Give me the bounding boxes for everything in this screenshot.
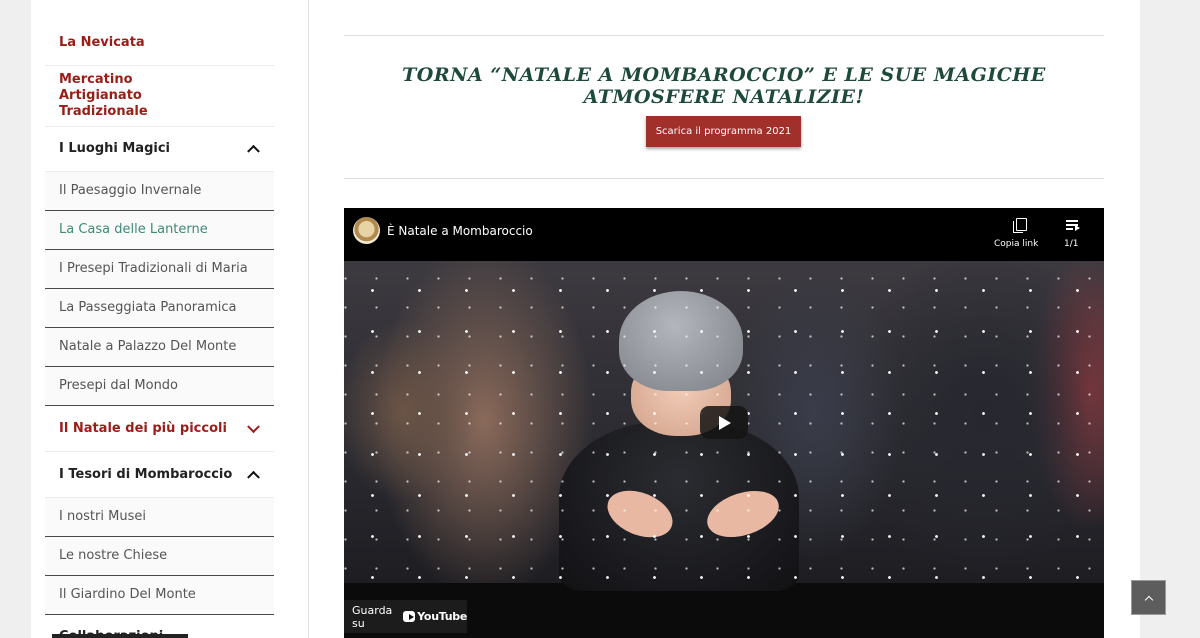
sidebar-item-label: I nostri Musei [59, 509, 146, 524]
sidebar-item-label: Le nostre Chiese [59, 548, 168, 563]
divider [344, 178, 1104, 179]
channel-avatar[interactable] [353, 217, 380, 244]
copy-icon[interactable] [1013, 218, 1027, 233]
sidebar-item-la-nevicata[interactable]: La Nevicata [45, 20, 274, 66]
sidebar-subitem-musei[interactable]: I nostri Musei [45, 498, 274, 537]
watch-on-youtube-link[interactable]: Guarda su YouTube [344, 600, 467, 633]
sidebar-item-natale-piccoli[interactable]: Il Natale dei più piccoli [45, 406, 274, 452]
sidebar-subitem-palazzo[interactable]: Natale a Palazzo Del Monte [45, 328, 274, 367]
bottom-scroll-indicator [52, 634, 188, 638]
playlist-icon[interactable] [1066, 219, 1080, 231]
scroll-to-top-button[interactable] [1131, 580, 1166, 615]
chevron-down-icon[interactable] [247, 419, 260, 433]
video-header: È Natale a Mombaroccio Copia link 1/1 [344, 208, 1104, 261]
video-title[interactable]: È Natale a Mombaroccio [387, 224, 533, 238]
youtube-wordmark: YouTube [417, 610, 467, 623]
sidebar-item-tesori[interactable]: I Tesori di Mombaroccio [45, 452, 274, 498]
sidebar-item-label: Natale a Palazzo Del Monte [59, 339, 237, 354]
chevron-up-icon[interactable] [247, 144, 260, 158]
sidebar-item-label: Mercatino Artigianato Tradizionale [59, 72, 148, 119]
watch-on-label: Guarda su [352, 603, 393, 630]
sidebar-item-label: I Luoghi Magici [59, 141, 171, 156]
sidebar-subitem-chiese[interactable]: Le nostre Chiese [45, 537, 274, 576]
play-icon[interactable] [700, 406, 748, 439]
copy-link-label[interactable]: Copia link [994, 239, 1038, 249]
sidebar: La Nevicata Mercatino Artigianato Tradiz… [31, 0, 309, 638]
video-player[interactable]: È Natale a Mombaroccio Copia link 1/1 Gu… [344, 208, 1104, 638]
download-program-button[interactable]: Scarica il programma 2021 [646, 116, 801, 147]
playlist-count: 1/1 [1064, 239, 1079, 249]
sidebar-item-mercatino[interactable]: Mercatino Artigianato Tradizionale [45, 66, 274, 127]
sidebar-subitem-casa-lanterne[interactable]: La Casa delle Lanterne [45, 211, 274, 250]
sidebar-menu: La Nevicata Mercatino Artigianato Tradiz… [45, 20, 274, 638]
divider [344, 35, 1104, 36]
main-content: TORNA “NATALE A MOMBAROCCIO” E LE SUE MA… [344, 0, 1104, 638]
sidebar-item-label: La Casa delle Lanterne [59, 222, 208, 237]
sidebar-subitem-passeggiata[interactable]: La Passeggiata Panoramica [45, 289, 274, 328]
sidebar-subitem-giardino[interactable]: Il Giardino Del Monte [45, 576, 274, 615]
sidebar-item-label: Presepi dal Mondo [59, 378, 179, 393]
sidebar-item-label: Il Natale dei più piccoli [59, 420, 227, 436]
youtube-logo-icon [402, 611, 416, 622]
sidebar-item-label: Il Paesaggio Invernale [59, 183, 202, 198]
sidebar-item-label: I Tesori di Mombaroccio [59, 466, 233, 482]
sidebar-item-label: Il Giardino Del Monte [59, 587, 196, 602]
sidebar-item-luoghi-magici[interactable]: I Luoghi Magici [45, 127, 274, 172]
sidebar-item-label: I Presepi Tradizionali di Maria [59, 261, 248, 276]
chevron-up-icon[interactable] [247, 470, 260, 484]
child-hat [619, 291, 743, 391]
sidebar-item-label: La Nevicata [59, 34, 145, 50]
page: La Nevicata Mercatino Artigianato Tradiz… [31, 0, 1140, 638]
sidebar-subitem-presepi-mondo[interactable]: Presepi dal Mondo [45, 367, 274, 406]
sidebar-subitem-presepi-maria[interactable]: I Presepi Tradizionali di Maria [45, 250, 274, 289]
sidebar-subitem-paesaggio[interactable]: Il Paesaggio Invernale [45, 172, 274, 211]
sidebar-item-label: La Passeggiata Panoramica [59, 300, 237, 315]
page-title: TORNA “NATALE A MOMBAROCCIO” E LE SUE MA… [402, 64, 1046, 108]
